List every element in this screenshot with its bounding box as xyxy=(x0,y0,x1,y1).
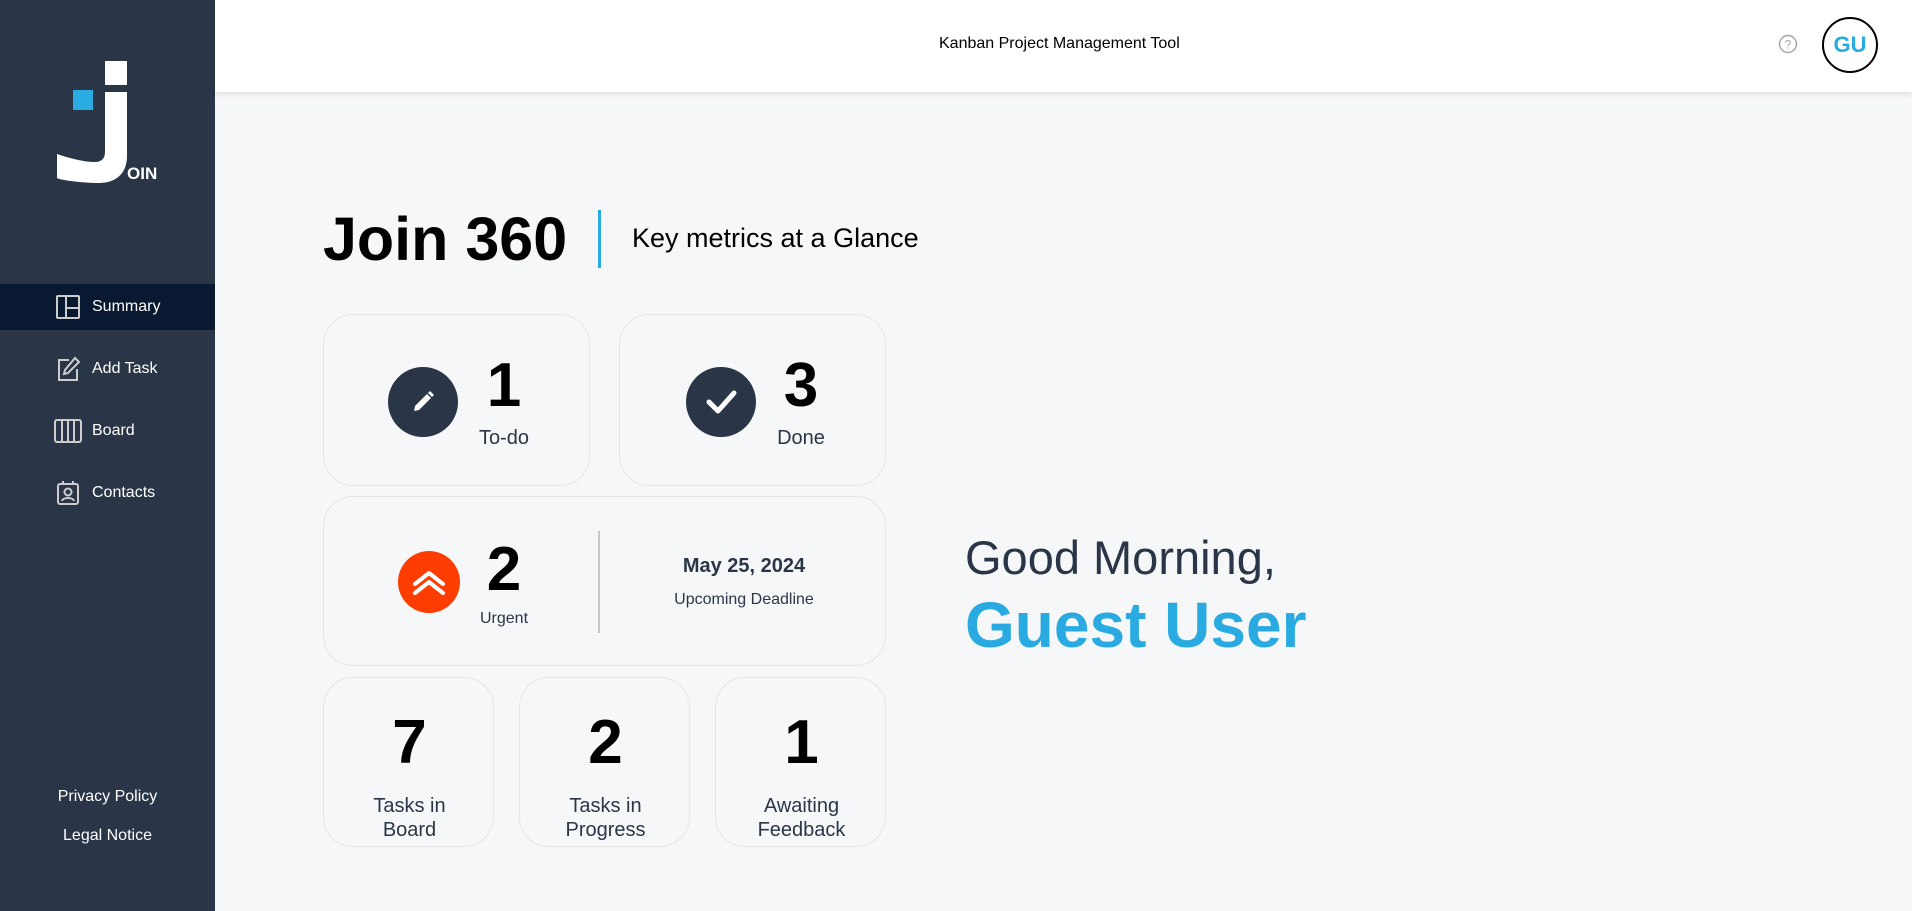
sidebar-item-contacts[interactable]: Contacts xyxy=(0,470,215,516)
urgent-count: 2 xyxy=(486,535,522,604)
page-title: Join 360 xyxy=(323,205,568,273)
label-line-2: Board xyxy=(382,819,437,841)
sidebar: OIN Summary Add Task Board Contacts Priv… xyxy=(0,0,215,911)
sidebar-item-label: Summary xyxy=(92,298,161,315)
greeting-user-name: Guest User xyxy=(965,589,1307,661)
upcoming-deadline-label: Upcoming Deadline xyxy=(674,591,814,608)
tasks-in-board-label: Tasks in Board xyxy=(324,794,495,842)
privacy-policy-link[interactable]: Privacy Policy xyxy=(0,782,215,821)
label-line-2: Feedback xyxy=(757,819,846,841)
sidebar-item-label: Contacts xyxy=(92,484,156,501)
label-line-1: Tasks in xyxy=(373,795,446,817)
tasks-in-board-count: 7 xyxy=(392,708,427,777)
svg-text:?: ? xyxy=(1785,38,1792,52)
pencil-icon xyxy=(388,367,458,437)
legal-notice-link[interactable]: Legal Notice xyxy=(0,821,215,860)
summary-icon xyxy=(54,293,82,321)
tasks-in-progress-card[interactable]: 2 Tasks in Progress xyxy=(519,677,690,847)
label-line-2: Progress xyxy=(565,819,646,841)
upcoming-deadline-date: May 25, 2024 xyxy=(682,555,806,577)
page-subtitle: Key metrics at a Glance xyxy=(632,223,919,253)
sidebar-item-label: Board xyxy=(92,422,135,439)
todo-label: To-do xyxy=(478,427,530,449)
sidebar-item-label: Add Task xyxy=(92,360,158,377)
contacts-icon xyxy=(54,479,82,507)
user-avatar[interactable]: GU xyxy=(1822,17,1878,73)
top-header: Kanban Project Management Tool ? GU xyxy=(215,0,1912,92)
tasks-in-board-card[interactable]: 7 Tasks in Board xyxy=(323,677,494,847)
todo-count: 1 xyxy=(486,351,522,420)
done-label: Done xyxy=(777,427,825,449)
awaiting-feedback-card[interactable]: 1 Awaiting Feedback xyxy=(715,677,886,847)
tasks-in-progress-count: 2 xyxy=(588,708,623,777)
awaiting-feedback-label: Awaiting Feedback xyxy=(716,794,887,842)
add-task-icon xyxy=(54,355,82,383)
board-icon xyxy=(54,417,82,445)
checkmark-icon xyxy=(686,367,756,437)
urgent-label: Urgent xyxy=(479,610,529,627)
sidebar-item-add-task[interactable]: Add Task xyxy=(0,346,215,392)
urgent-icon xyxy=(398,551,460,613)
label-line-1: Awaiting xyxy=(763,795,840,817)
legal-links: Privacy Policy Legal Notice xyxy=(0,782,215,860)
title-divider xyxy=(598,210,601,268)
urgent-card[interactable]: 2 Urgent May 25, 2024 Upcoming Deadline xyxy=(323,496,886,666)
sidebar-nav: Summary Add Task Board Contacts xyxy=(0,284,215,532)
done-count: 3 xyxy=(783,351,819,420)
awaiting-feedback-count: 1 xyxy=(784,708,819,777)
app-title: Kanban Project Management Tool xyxy=(939,35,1180,52)
join-logo[interactable]: OIN xyxy=(55,58,160,188)
sidebar-item-summary[interactable]: Summary xyxy=(0,284,215,330)
greeting-text: Good Morning, xyxy=(965,531,1276,584)
sidebar-item-board[interactable]: Board xyxy=(0,408,215,454)
urgent-divider xyxy=(598,531,600,633)
logo-text: OIN xyxy=(127,164,158,183)
done-card[interactable]: 3 Done xyxy=(619,314,886,486)
tasks-in-progress-label: Tasks in Progress xyxy=(520,794,691,842)
label-line-1: Tasks in xyxy=(569,795,642,817)
todo-card[interactable]: 1 To-do xyxy=(323,314,590,486)
help-icon[interactable]: ? xyxy=(1778,34,1798,54)
